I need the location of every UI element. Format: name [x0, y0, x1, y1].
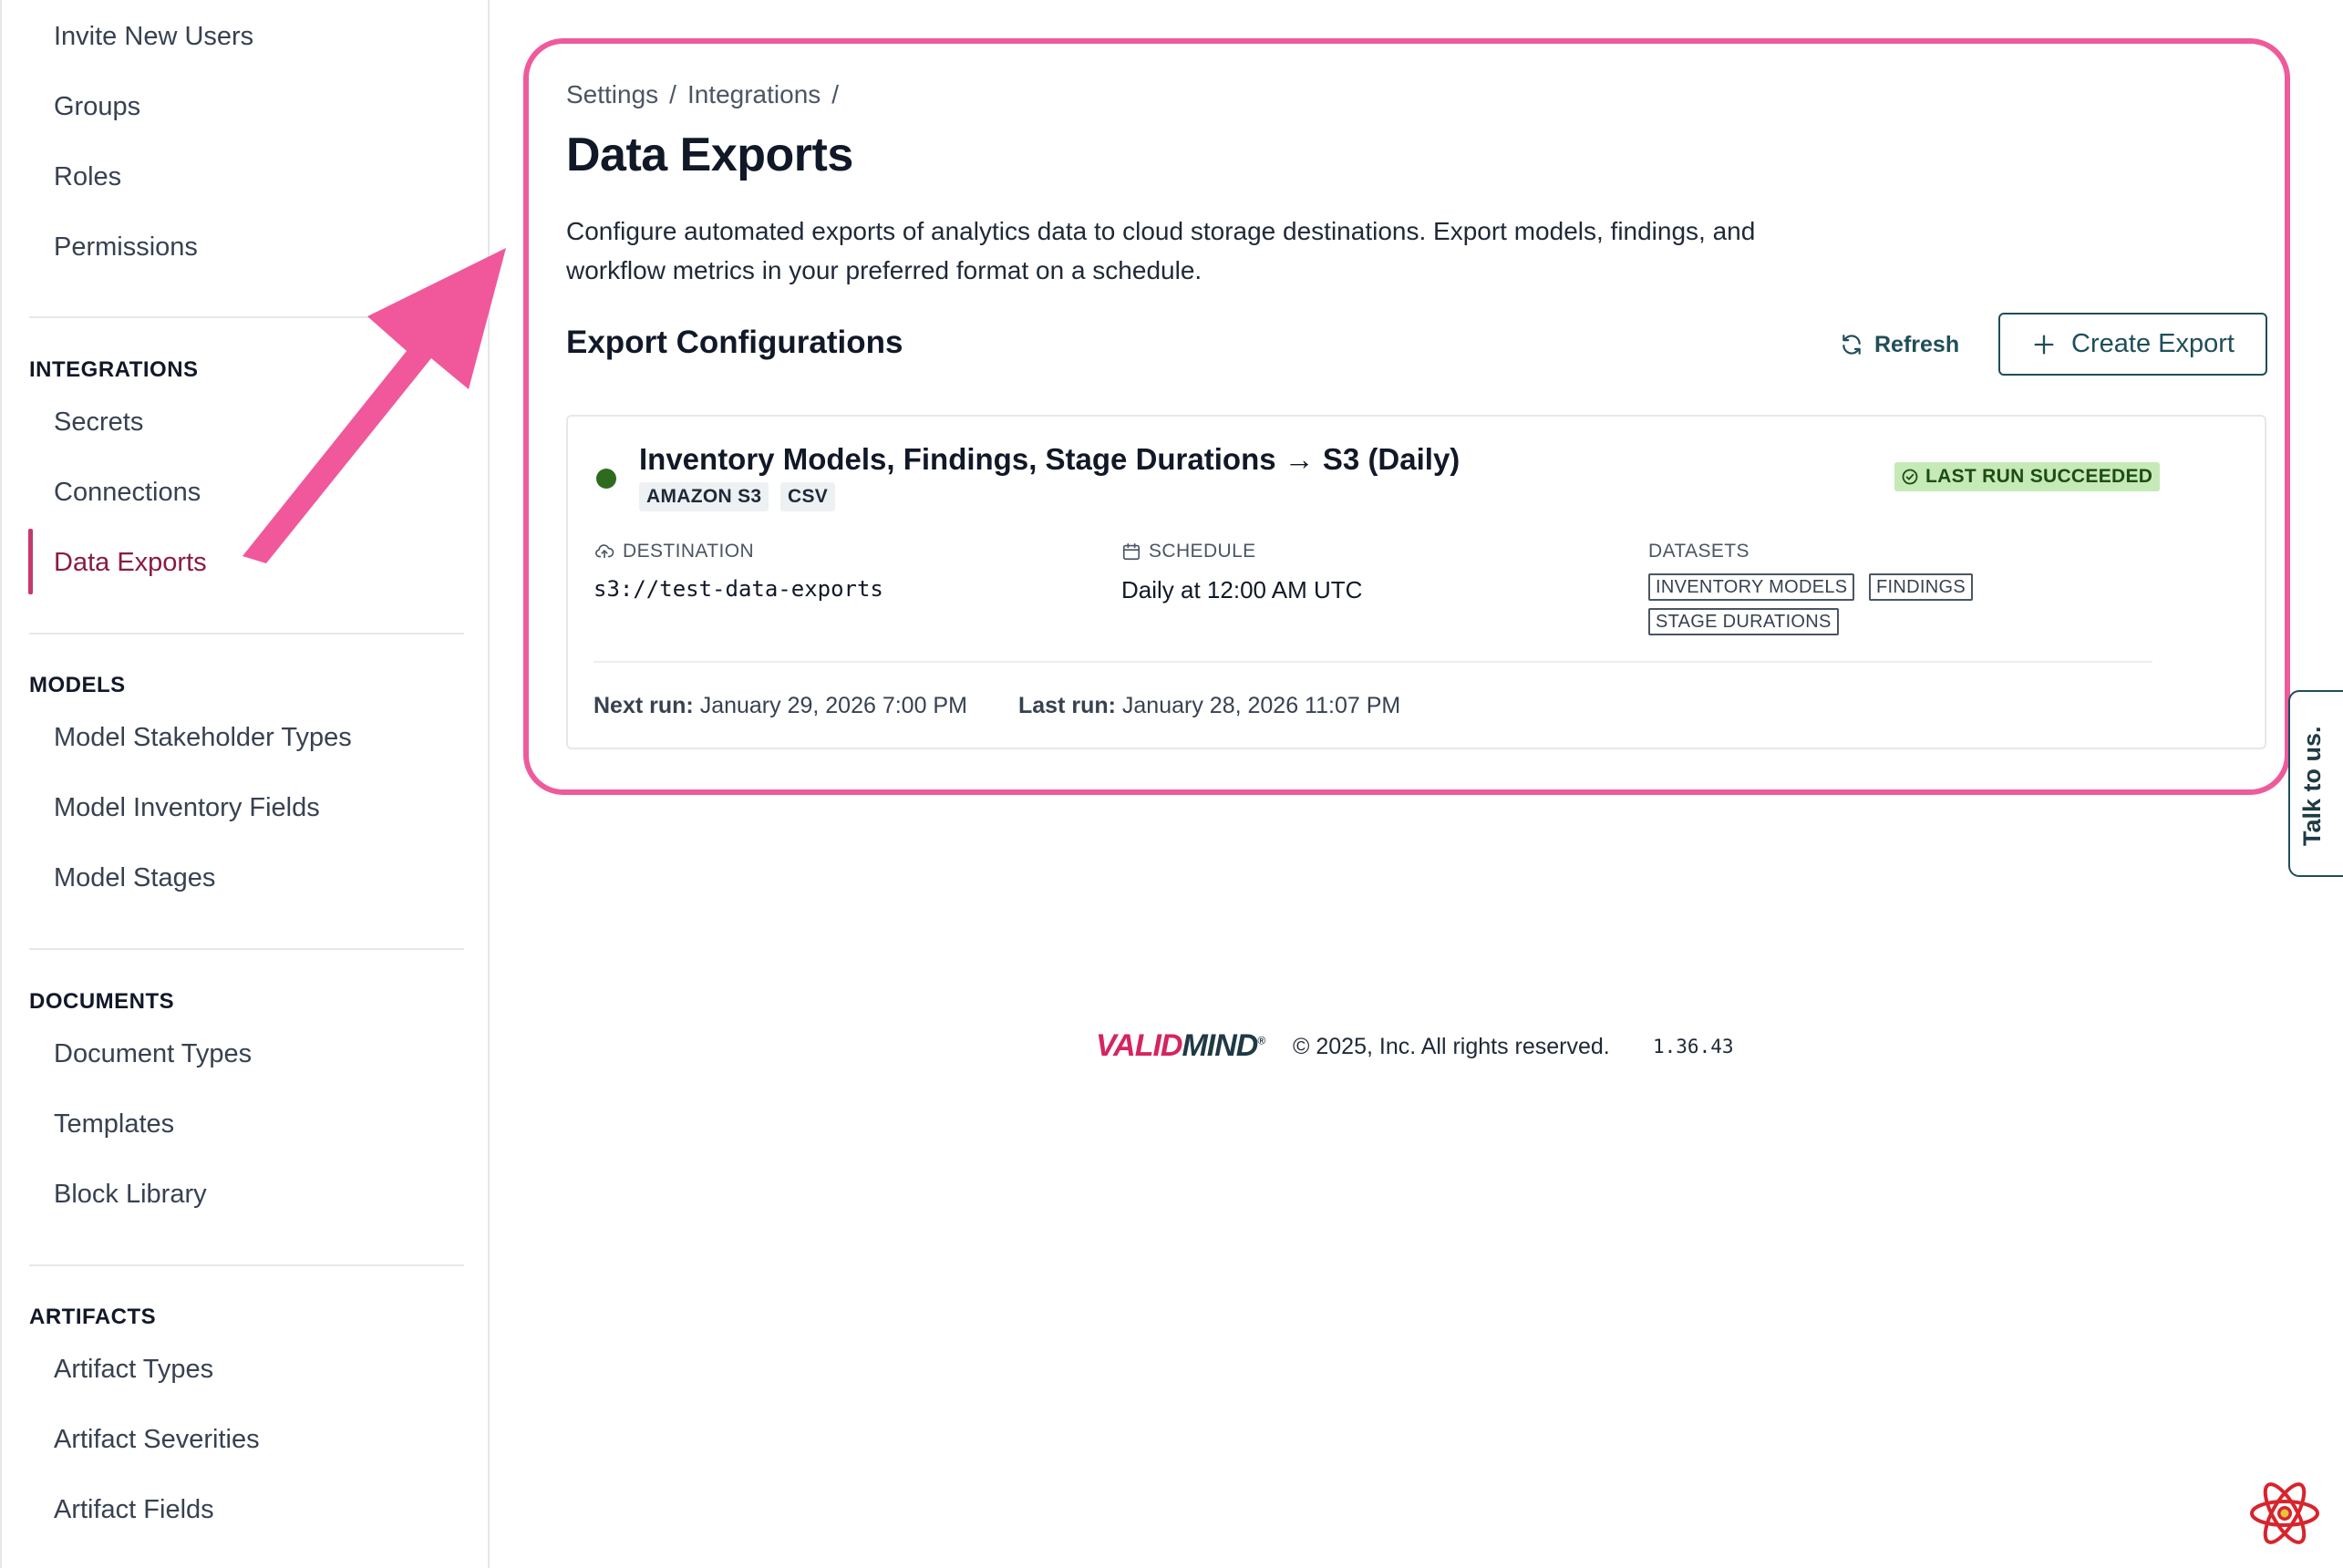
- breadcrumb-integrations[interactable]: Integrations: [687, 80, 821, 108]
- status-badge-label: LAST RUN SUCCEEDED: [1925, 466, 2153, 487]
- next-run-value: January 29, 2026 7:00 PM: [699, 693, 967, 718]
- status-dot: [596, 469, 616, 489]
- sidebar-divider: [29, 633, 464, 634]
- page-title: Data Exports: [566, 129, 853, 181]
- plus-icon: [2034, 335, 2054, 354]
- sidebar-item-document-types[interactable]: Document Types: [54, 1037, 252, 1071]
- sidebar-section-artifacts: ARTIFACTS: [29, 1305, 157, 1329]
- format-tag: CSV: [780, 482, 836, 511]
- create-export-button[interactable]: Create Export: [1998, 313, 2267, 376]
- last-run-label: Last run:: [1018, 693, 1116, 718]
- sidebar-item-roles[interactable]: Roles: [54, 160, 121, 194]
- refresh-icon: [1842, 335, 1861, 355]
- logo-registered: ®: [1257, 1034, 1265, 1047]
- settings-sidebar: Invite New Users Groups Roles Permission…: [0, 0, 490, 1568]
- card-divider: [593, 661, 2152, 663]
- destination-label: DESTINATION: [593, 541, 754, 562]
- refresh-button[interactable]: Refresh: [1840, 326, 1959, 363]
- sidebar-item-secrets[interactable]: Secrets: [54, 405, 143, 439]
- check-circle-icon: [1902, 469, 1918, 485]
- sidebar-divider: [29, 948, 464, 950]
- talk-to-us-label: Talk to us.: [2298, 726, 2326, 846]
- next-run-label: Next run:: [593, 693, 694, 718]
- dataset-tag: FINDINGS: [1869, 573, 1973, 601]
- copyright-text: © 2025, Inc. All rights reserved.: [1293, 1034, 1610, 1059]
- schedule-label: SCHEDULE: [1121, 541, 1256, 562]
- schedule-label-text: SCHEDULE: [1149, 541, 1256, 562]
- datasets-label: DATASETS: [1648, 541, 1750, 562]
- sidebar-item-model-stakeholder-types[interactable]: Model Stakeholder Types: [54, 720, 352, 755]
- breadcrumb-settings[interactable]: Settings: [566, 80, 658, 108]
- active-indicator: [28, 529, 33, 594]
- last-run-value: January 28, 2026 11:07 PM: [1121, 693, 1401, 718]
- last-run: Last run: January 28, 2026 11:07 PM: [1018, 693, 1400, 719]
- version-text: 1.36.43: [1653, 1036, 1734, 1057]
- export-title: Inventory Models, Findings, Stage Durati…: [639, 442, 1461, 476]
- sidebar-item-artifact-types[interactable]: Artifact Types: [54, 1352, 213, 1387]
- export-configurations-heading: Export Configurations: [566, 325, 903, 360]
- sidebar-item-artifact-fields[interactable]: Artifact Fields: [54, 1492, 214, 1527]
- sidebar-item-templates[interactable]: Templates: [54, 1107, 174, 1141]
- sidebar-item-block-library[interactable]: Block Library: [54, 1177, 207, 1212]
- sidebar-item-permissions[interactable]: Permissions: [54, 230, 198, 264]
- sidebar-item-artifact-severities[interactable]: Artifact Severities: [54, 1422, 260, 1457]
- provider-tag: AMAZON S3: [639, 482, 769, 511]
- dataset-tag: INVENTORY MODELS: [1648, 573, 1855, 601]
- sidebar-item-model-stages[interactable]: Model Stages: [54, 861, 215, 895]
- destination-value: s3://test-data-exports: [593, 576, 883, 602]
- sidebar-divider: [29, 1264, 464, 1266]
- cloud-upload-icon: [595, 544, 614, 559]
- sidebar-divider: [29, 316, 464, 318]
- sidebar-section-integrations: INTEGRATIONS: [29, 357, 199, 382]
- export-config-card[interactable]: Inventory Models, Findings, Stage Durati…: [566, 415, 2266, 749]
- schedule-value: Daily at 12:00 AM UTC: [1121, 576, 1363, 603]
- sidebar-item-groups[interactable]: Groups: [54, 89, 140, 124]
- sidebar-item-invite-new-users[interactable]: Invite New Users: [54, 19, 253, 54]
- breadcrumb-separator: /: [831, 80, 840, 108]
- sidebar-section-documents: DOCUMENTS: [29, 989, 175, 1014]
- calendar-icon: [1122, 542, 1141, 561]
- create-export-label: Create Export: [2071, 329, 2235, 358]
- destination-label-text: DESTINATION: [623, 541, 755, 562]
- next-run: Next run: January 29, 2026 7:00 PM: [593, 693, 967, 719]
- sidebar-item-connections[interactable]: Connections: [54, 475, 201, 510]
- breadcrumb: Settings / Integrations /: [566, 80, 850, 109]
- breadcrumb-separator: /: [669, 80, 676, 108]
- sidebar-item-data-exports[interactable]: Data Exports: [54, 545, 207, 580]
- page-description: Configure automated exports of analytics…: [566, 217, 1756, 284]
- status-badge: LAST RUN SUCCEEDED: [1894, 462, 2161, 491]
- sidebar-item-model-inventory-fields[interactable]: Model Inventory Fields: [54, 790, 320, 825]
- validmind-logo: VALIDMIND®: [1096, 1028, 1265, 1064]
- react-icon[interactable]: [2246, 1479, 2323, 1548]
- sidebar-section-models: MODELS: [29, 673, 126, 697]
- logo-text-valid: VALID: [1096, 1028, 1182, 1063]
- dataset-tag: STAGE DURATIONS: [1648, 608, 1839, 635]
- refresh-label: Refresh: [1874, 331, 1960, 357]
- logo-text-mind: MIND: [1182, 1028, 1258, 1063]
